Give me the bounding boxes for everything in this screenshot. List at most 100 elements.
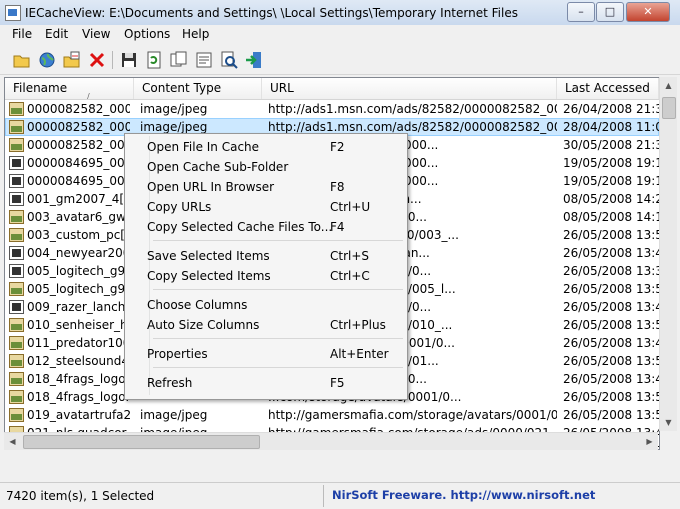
context-menu-item-copy-urls[interactable]: Copy URLs Ctrl+U [147, 197, 403, 217]
item-count: 7420 item(s), 1 Selected [6, 489, 155, 503]
flash-file-icon [9, 174, 24, 188]
horizontal-scroll-thumb[interactable] [23, 435, 260, 449]
context-menu-item-properties[interactable]: Properties Alt+Enter [147, 344, 403, 364]
context-menu-item-open-url-in-browser[interactable]: Open URL In Browser F8 [147, 177, 403, 197]
vertical-scrollbar[interactable]: ▲ ▼ [659, 77, 677, 431]
column-label: URL [270, 81, 294, 95]
cell-last-accessed: 26/05/2008 13:59 [563, 408, 659, 422]
scroll-up-arrow-icon[interactable]: ▲ [660, 77, 677, 94]
context-menu-item-open-cache-sub-folder[interactable]: Open Cache Sub-Folder [147, 157, 403, 177]
jpeg-file-icon [9, 390, 24, 404]
properties-icon[interactable] [195, 51, 213, 69]
menu-item-label: Save Selected Items [147, 249, 270, 263]
status-divider [323, 485, 324, 507]
cell-filename: 001_gm2007_4[1... [27, 192, 130, 206]
column-label: Filename [13, 81, 68, 95]
jpeg-file-icon [9, 354, 24, 368]
cell-filename: 009_razer_lanch... [27, 300, 130, 314]
cell-filename: 019_avatartrufa2... [27, 408, 130, 422]
menu-item-label: Choose Columns [147, 298, 248, 312]
table-row[interactable]: 0000082582_000... image/jpeg http://ads1.m… [5, 100, 659, 118]
menu-item-shortcut: Ctrl+Plus [330, 318, 386, 332]
menu-file[interactable]: File [12, 27, 32, 41]
flash-file-icon [9, 192, 24, 206]
context-menu-item-copy-selected-cache-files-to[interactable]: Copy Selected Cache Files To... F4 [147, 217, 403, 237]
column-header-last-accessed[interactable]: Last Accessed [557, 78, 659, 99]
jpeg-file-icon [9, 138, 24, 152]
cell-filename: 0000084695_000... [27, 156, 130, 170]
column-header-content-type[interactable]: Content Type [134, 78, 262, 99]
flash-file-icon [9, 300, 24, 314]
menu-view[interactable]: View [82, 27, 110, 41]
menu-item-shortcut: F8 [330, 180, 345, 194]
menu-edit[interactable]: Edit [45, 27, 68, 41]
column-header-filename[interactable]: Filename / [5, 78, 134, 99]
menu-item-label: Copy URLs [147, 200, 212, 214]
menu-options[interactable]: Options [124, 27, 170, 41]
context-menu-item-refresh[interactable]: Refresh F5 [147, 373, 403, 393]
cell-last-accessed: 26/05/2008 13:59 [563, 228, 659, 242]
cell-last-accessed: 26/05/2008 13:59 [563, 354, 659, 368]
jpeg-file-icon [9, 408, 24, 422]
cell-last-accessed: 26/05/2008 13:42 [563, 246, 659, 260]
refresh-icon[interactable] [145, 51, 163, 69]
find-icon[interactable] [220, 51, 238, 69]
cell-content-type: image/jpeg [140, 102, 208, 116]
cell-filename: 012_steelsound4... [27, 354, 130, 368]
jpeg-file-icon [9, 318, 24, 332]
folder-copy-icon[interactable] [63, 51, 81, 69]
app-icon [5, 5, 21, 21]
jpeg-file-icon [9, 228, 24, 242]
cell-filename: 010_senheiser_h... [27, 318, 130, 332]
context-menu-item-copy-selected-items[interactable]: Copy Selected Items Ctrl+C [147, 266, 403, 286]
cell-last-accessed: 30/05/2008 21:38 [563, 138, 659, 152]
menu-separator [153, 338, 403, 339]
context-menu: Open File In Cache F2 Open Cache Sub-Folde… [124, 133, 408, 400]
jpeg-file-icon [9, 282, 24, 296]
window-title: IECacheView: E:\Documents and Settings\ … [25, 6, 518, 20]
context-menu-item-choose-columns[interactable]: Choose Columns [147, 295, 403, 315]
scroll-right-arrow-icon[interactable]: ▶ [641, 433, 658, 450]
scroll-left-arrow-icon[interactable]: ◀ [4, 433, 21, 450]
menu-item-shortcut: Alt+Enter [330, 347, 389, 361]
delete-icon[interactable] [88, 51, 106, 69]
cell-filename: 005_logitech_g9... [27, 282, 130, 296]
cell-last-accessed: 26/05/2008 13:59 [563, 318, 659, 332]
cell-last-accessed: 28/04/2008 11:01 [563, 120, 659, 134]
context-menu-item-save-selected-items[interactable]: Save Selected Items Ctrl+S [147, 246, 403, 266]
menu-item-label: Open URL In Browser [147, 180, 275, 194]
save-icon[interactable] [120, 51, 138, 69]
copy-icon[interactable] [170, 51, 188, 69]
vertical-scroll-thumb[interactable] [662, 97, 676, 119]
column-header-url[interactable]: URL [262, 78, 557, 99]
scroll-down-arrow-icon[interactable]: ▼ [660, 414, 677, 431]
cell-last-accessed: 26/04/2008 21:38 [563, 102, 659, 116]
cell-last-accessed: 26/05/2008 13:42 [563, 336, 659, 350]
close-button[interactable]: ✕ [626, 2, 670, 22]
jpeg-file-icon [9, 102, 24, 116]
open-folder-icon[interactable] [13, 51, 31, 69]
title-bar[interactable]: IECacheView: E:\Documents and Settings\ … [0, 0, 680, 26]
context-menu-item-open-file-in-cache[interactable]: Open File In Cache F2 [147, 137, 403, 157]
app-window: IECacheView: E:\Documents and Settings\ … [0, 0, 680, 509]
maximize-button[interactable]: □ [596, 2, 624, 22]
menu-item-shortcut: Ctrl+C [330, 269, 370, 283]
nirsoft-link[interactable]: NirSoft Freeware. http://www.nirsoft.net [332, 488, 595, 502]
column-label: Last Accessed [565, 81, 650, 95]
minimize-button[interactable]: – [567, 2, 595, 22]
cell-last-accessed: 08/05/2008 14:18 [563, 210, 659, 224]
table-row[interactable]: 019_avatartrufa2... image/jpeg http://game… [5, 406, 659, 424]
menu-separator [153, 289, 403, 290]
cell-last-accessed: 26/05/2008 13:34 [563, 264, 659, 278]
cell-filename: 005_logitech_g9... [27, 264, 130, 278]
context-menu-item-auto-size-columns[interactable]: Auto Size Columns Ctrl+Plus [147, 315, 403, 335]
cell-filename: 011_predator100... [27, 336, 130, 350]
column-header: Filename / Content Type URL Last Accesse… [5, 78, 659, 100]
menu-help[interactable]: Help [182, 27, 209, 41]
menu-item-shortcut: F2 [330, 140, 345, 154]
menu-item-shortcut: F4 [330, 220, 345, 234]
toolbar [0, 45, 680, 75]
exit-icon[interactable] [245, 51, 263, 69]
globe-icon[interactable] [38, 51, 56, 69]
horizontal-scrollbar[interactable]: ◀ ▶ [4, 432, 658, 450]
